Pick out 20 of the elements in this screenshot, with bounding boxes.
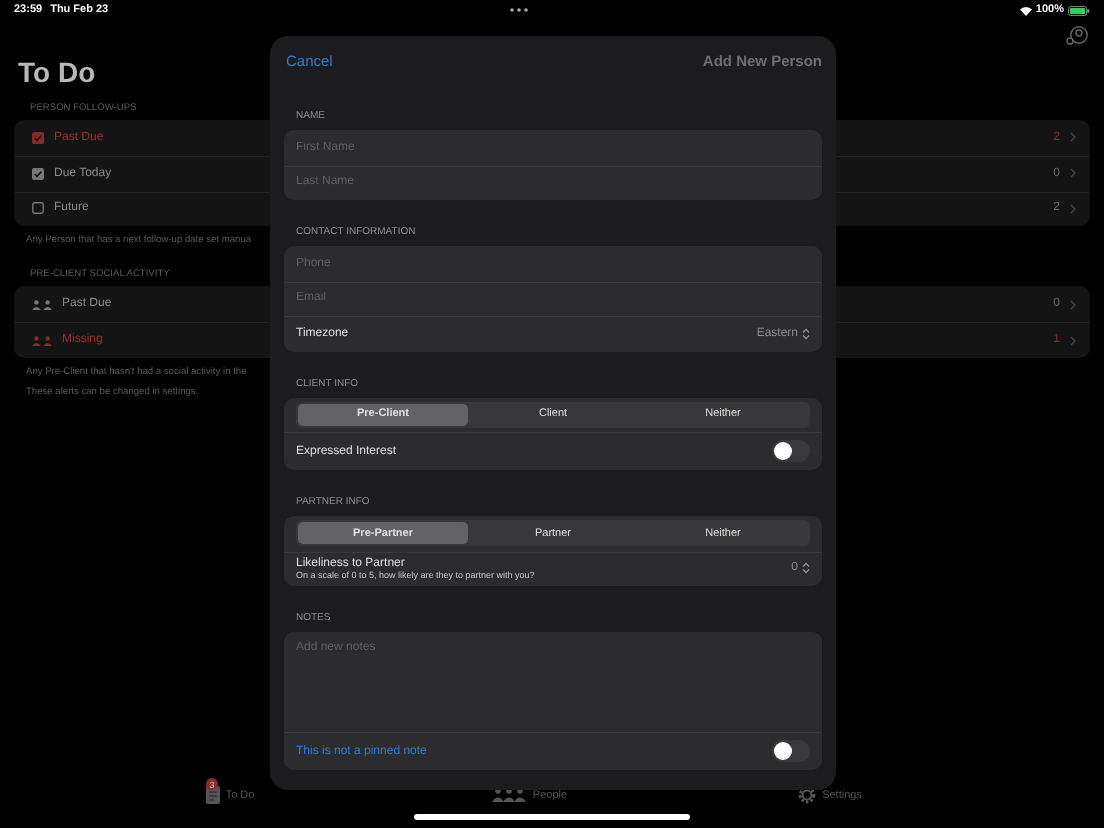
people-icon bbox=[32, 335, 52, 346]
clipboard-icon bbox=[205, 786, 220, 804]
checkbox-icon[interactable] bbox=[32, 131, 44, 144]
battery-icon bbox=[1068, 5, 1090, 15]
checkbox-icon[interactable] bbox=[32, 202, 44, 215]
profile-icon[interactable] bbox=[1066, 26, 1088, 46]
chevron-icon bbox=[1070, 168, 1076, 179]
wifi-icon bbox=[1019, 5, 1032, 15]
checkbox-icon[interactable] bbox=[32, 167, 44, 180]
toggle-switch[interactable] bbox=[772, 740, 810, 762]
toggle-switch[interactable] bbox=[772, 440, 810, 462]
up-down-icon bbox=[802, 327, 810, 340]
settings-icon bbox=[798, 786, 817, 804]
up-down-icon bbox=[802, 562, 810, 575]
chevron-icon bbox=[1070, 335, 1076, 346]
people-icon bbox=[32, 299, 52, 310]
chevron-icon bbox=[1070, 132, 1076, 143]
chevron-icon bbox=[1070, 299, 1076, 310]
page-title: To Do bbox=[18, 56, 96, 88]
chevron-icon bbox=[1070, 203, 1076, 214]
